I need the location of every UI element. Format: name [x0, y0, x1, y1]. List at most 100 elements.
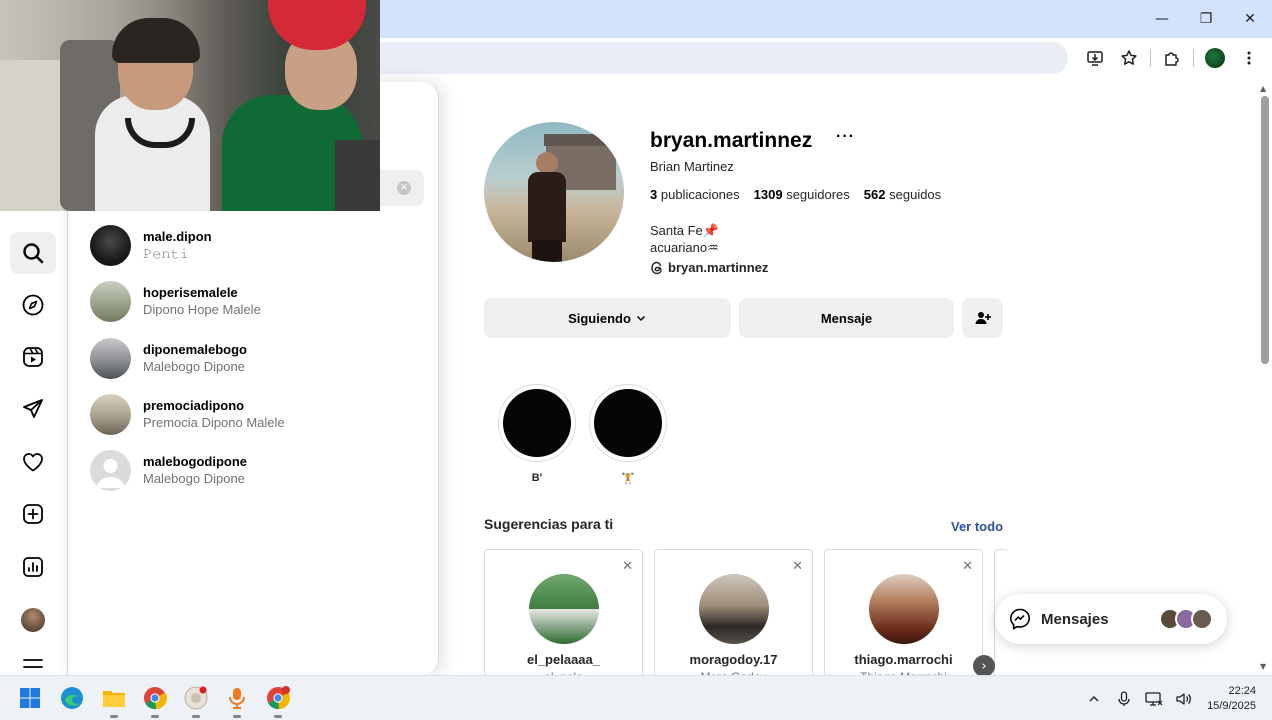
chevron-up-icon[interactable] [1081, 686, 1107, 712]
obs-icon[interactable] [182, 684, 210, 718]
search-result-4[interactable]: premociadipono Premocia Dipono Malele [90, 392, 285, 436]
suggestion-card[interactable]: ✕ el_pelaaaa_ el_pela [484, 549, 643, 689]
nav-explore[interactable] [10, 284, 56, 326]
nav-dashboard[interactable] [10, 546, 56, 588]
story-highlight-1[interactable] [498, 384, 576, 462]
result-avatar [90, 393, 131, 435]
threads-handle: bryan.martinnez [668, 260, 769, 275]
suggestion-avatar [529, 574, 599, 644]
scroll-down-icon[interactable]: ▼ [1260, 662, 1266, 671]
story-highlight-2[interactable] [589, 384, 667, 462]
webcam-overlay [0, 0, 380, 211]
profile-stats: 3 publicaciones 1309 seguidores 562 segu… [650, 187, 941, 202]
result-avatar [90, 280, 131, 322]
messages-bar[interactable]: Mensajes [995, 594, 1227, 644]
volume-icon[interactable] [1171, 686, 1197, 712]
search-result-1[interactable]: male.dipon 𝙿𝚎𝚗𝚝𝚒 [90, 223, 212, 267]
search-result-3[interactable]: diponemalebogo Malebogo Dipone [90, 336, 247, 380]
suggestion-avatar [699, 574, 769, 644]
running-indicator [274, 715, 282, 718]
nav-search[interactable] [10, 232, 56, 274]
install-app-icon[interactable] [1080, 43, 1110, 73]
dismiss-suggestion-icon[interactable]: ✕ [622, 559, 633, 574]
microphone-icon[interactable] [1111, 686, 1137, 712]
nav-create[interactable] [10, 493, 56, 535]
search-input[interactable]: ✕ [380, 170, 424, 206]
profile-avatar [21, 608, 45, 632]
more-menu-icon[interactable] [1234, 43, 1264, 73]
nav-more[interactable] [10, 650, 56, 676]
messages-icon [23, 399, 43, 418]
search-result-5[interactable]: malebogodipone Malebogo Dipone [90, 448, 247, 492]
clock-time: 22:24 [1228, 684, 1256, 697]
following-count: 562 [863, 187, 886, 202]
toolbar-divider [1150, 49, 1151, 67]
menu-icon [23, 659, 43, 668]
scroll-up-icon[interactable]: ▲ [1260, 84, 1266, 93]
network-icon[interactable] [1141, 686, 1167, 712]
posts-label: publicaciones [660, 187, 740, 202]
clear-search-icon[interactable]: ✕ [397, 181, 411, 195]
suggestion-card[interactable]: ✕ thiago.marrochi Thiago Marrochi [824, 549, 983, 689]
suggest-users-button[interactable] [962, 298, 1003, 338]
profile-avatar [1205, 48, 1225, 68]
create-icon [23, 504, 43, 524]
result-full-name: Malebogo Dipone [143, 359, 245, 374]
windows-taskbar: 22:24 15/9/2025 [0, 675, 1272, 720]
next-suggestions-button[interactable]: › [973, 655, 995, 677]
scroll-thumb[interactable] [1261, 96, 1269, 364]
bookmark-star-icon[interactable] [1114, 43, 1144, 73]
file-explorer-icon[interactable] [100, 684, 128, 718]
suggestion-username: thiago.marrochi [854, 652, 953, 667]
see-all-link[interactable]: Ver todo [951, 519, 1003, 534]
suggestion-avatar [869, 574, 939, 644]
message-button-label: Mensaje [820, 310, 873, 326]
profile-options-icon[interactable]: ··· [836, 128, 855, 146]
nav-notifications[interactable] [10, 441, 56, 483]
dismiss-suggestion-icon[interactable]: ✕ [962, 559, 973, 574]
posts-count: 3 [650, 187, 658, 202]
suggestions-title: Sugerencias para ti [484, 516, 614, 532]
following-button[interactable]: Siguiendo [484, 298, 731, 338]
suggestion-username: moragodoy.17 [689, 652, 778, 667]
suggestion-card[interactable]: ✕ moragodoy.17 Mora Godoy [654, 549, 813, 689]
running-indicator [110, 715, 118, 718]
result-full-name: Premocia Dipono Malele [143, 415, 285, 430]
messages-avatars [1159, 608, 1213, 630]
following-stat[interactable]: 562 seguidos [864, 187, 941, 202]
running-indicator [192, 715, 200, 718]
result-full-name: Dipono Hope Malele [143, 302, 261, 317]
result-avatar [90, 224, 131, 266]
podcast-mic-icon[interactable] [223, 684, 251, 718]
highlight-label: 🏋 [621, 473, 635, 485]
threads-link[interactable]: bryan.martinnez [650, 260, 768, 275]
nav-reels[interactable] [10, 336, 56, 378]
minimize-button[interactable]: — [1140, 0, 1184, 38]
maximize-button[interactable]: ❐ [1184, 0, 1228, 38]
page-scrollbar[interactable]: ▲ ▼ [1258, 82, 1272, 675]
profile-avatar-button[interactable] [1200, 43, 1230, 73]
system-clock[interactable]: 22:24 15/9/2025 [1207, 684, 1256, 714]
nav-messages[interactable] [10, 388, 56, 430]
default-avatar-icon [90, 449, 131, 491]
suggestion-username: el_pelaaaa_ [526, 652, 600, 667]
result-username: malebogodipone [143, 454, 247, 469]
search-result-2[interactable]: hoperisemalele Dipono Hope Malele [90, 279, 261, 323]
close-window-button[interactable]: ✕ [1228, 0, 1272, 38]
result-full-name: 𝙿𝚎𝚗𝚝𝚒 [143, 246, 189, 261]
explore-icon [22, 294, 44, 316]
highlight-label: B' [531, 472, 543, 484]
message-button[interactable]: Mensaje [739, 298, 954, 338]
profile-picture[interactable] [484, 122, 624, 262]
result-username: premociadipono [143, 398, 245, 413]
edge-icon[interactable] [58, 684, 86, 712]
window-controls: — ❐ ✕ [1140, 0, 1272, 38]
dismiss-suggestion-icon[interactable]: ✕ [792, 559, 803, 574]
chrome-icon[interactable] [141, 684, 169, 718]
nav-profile[interactable] [10, 599, 56, 641]
extensions-icon[interactable] [1157, 43, 1187, 73]
chrome-profile-icon[interactable] [264, 684, 292, 718]
running-indicator [151, 715, 159, 718]
windows-start-icon[interactable] [16, 684, 44, 712]
followers-stat[interactable]: 1309 seguidores [754, 187, 850, 202]
